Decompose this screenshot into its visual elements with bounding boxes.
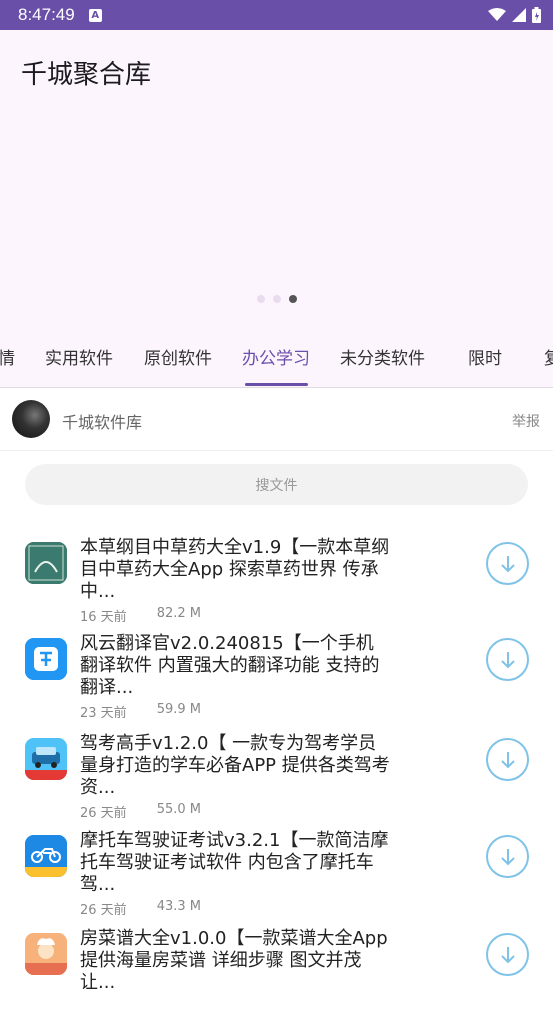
page-title: 千城聚合库 — [21, 60, 152, 90]
download-button[interactable] — [486, 933, 529, 976]
tab-practical-software[interactable]: 实用软件 — [45, 338, 113, 388]
download-button[interactable] — [486, 738, 529, 781]
list-item[interactable]: 驾考高手v1.2.0【 一款专为驾考学员量身打造的学车必备APP 提供各类驾考资… — [0, 733, 553, 829]
download-button[interactable] — [486, 638, 529, 681]
battery-icon — [532, 7, 541, 23]
herbal-book-icon — [25, 542, 67, 584]
motorcycle-icon — [25, 835, 67, 877]
header-banner: 千城聚合库 — [0, 30, 553, 375]
carousel-dot[interactable] — [256, 295, 265, 303]
author-row: 千城软件库 举报 — [0, 390, 553, 451]
item-meta: 26 天前 55.0 M — [80, 802, 201, 821]
report-button[interactable]: 举报 — [512, 411, 540, 431]
item-title: 房菜谱大全v1.0.0【一款菜谱大全App 提供海量房菜谱 详细步骤 图文并茂 … — [80, 928, 388, 993]
author-name[interactable]: 千城软件库 — [62, 409, 142, 433]
status-bar: 8:47:49 A — [0, 0, 553, 30]
tab-office-study[interactable]: 办公学习 — [242, 338, 310, 388]
item-meta: 23 天前 59.9 M — [80, 702, 201, 721]
item-size: 55.0 M — [156, 802, 201, 817]
signal-icon — [512, 8, 526, 22]
download-arrow-icon — [500, 555, 515, 572]
notification-badge-icon: A — [88, 8, 102, 22]
tab-indicator — [245, 383, 308, 386]
tab-uncategorized[interactable]: 未分类软件 — [340, 338, 425, 388]
list-item[interactable]: 风云翻译官v2.0.240815【一个手机翻译软件 内置强大的翻译功能 支持的翻… — [0, 633, 553, 729]
item-size: 59.9 M — [156, 702, 201, 717]
download-arrow-icon — [500, 651, 515, 668]
item-meta: 26 天前 43.3 M — [80, 899, 201, 918]
wifi-icon — [488, 8, 506, 21]
carousel-dot[interactable] — [272, 295, 281, 303]
item-age: 26 天前 — [80, 806, 127, 821]
download-arrow-icon — [500, 751, 515, 768]
item-title: 驾考高手v1.2.0【 一款专为驾考学员量身打造的学车必备APP 提供各类驾考资… — [80, 733, 390, 798]
tab-limited[interactable]: 限时 — [468, 338, 502, 388]
download-arrow-icon — [500, 848, 515, 865]
avatar[interactable] — [12, 400, 50, 438]
carousel-dot-active[interactable] — [288, 295, 297, 303]
tab-original-software[interactable]: 原创软件 — [144, 338, 212, 388]
list-item[interactable]: 房菜谱大全v1.0.0【一款菜谱大全App 提供海量房菜谱 详细步骤 图文并茂 … — [0, 928, 553, 1024]
category-tabs: 情 实用软件 原创软件 办公学习 未分类软件 限时 复 — [0, 338, 553, 388]
download-button[interactable] — [486, 542, 529, 585]
item-age: 26 天前 — [80, 903, 127, 918]
tab-partial-right[interactable]: 复 — [544, 338, 553, 388]
tab-partial-left[interactable]: 情 — [0, 338, 15, 388]
item-age: 16 天前 — [80, 610, 127, 625]
item-age: 23 天前 — [80, 706, 127, 721]
item-size: 82.2 M — [156, 606, 201, 621]
download-arrow-icon — [500, 946, 515, 963]
item-size: 43.3 M — [156, 899, 201, 914]
item-meta: 16 天前 82.2 M — [80, 606, 201, 625]
item-title: 风云翻译官v2.0.240815【一个手机翻译软件 内置强大的翻译功能 支持的翻… — [80, 633, 380, 698]
car-icon — [25, 738, 67, 780]
carousel-dots — [0, 295, 553, 303]
translate-icon — [25, 638, 67, 680]
search-input[interactable]: 搜文件 — [25, 464, 528, 505]
item-title: 本草纲目中草药大全v1.9【一款本草纲目中草药大全App 探索草药世界 传承中.… — [80, 537, 390, 602]
status-time: 8:47:49 — [18, 5, 75, 24]
item-title: 摩托车驾驶证考试v3.2.1【一款简洁摩托车驾驶证考试软件 内包含了摩托车驾..… — [80, 830, 389, 895]
list-item[interactable]: 摩托车驾驶证考试v3.2.1【一款简洁摩托车驾驶证考试软件 内包含了摩托车驾..… — [0, 830, 553, 926]
list-item[interactable]: 本草纲目中草药大全v1.9【一款本草纲目中草药大全App 探索草药世界 传承中.… — [0, 537, 553, 633]
chef-icon — [25, 933, 67, 975]
download-button[interactable] — [486, 835, 529, 878]
